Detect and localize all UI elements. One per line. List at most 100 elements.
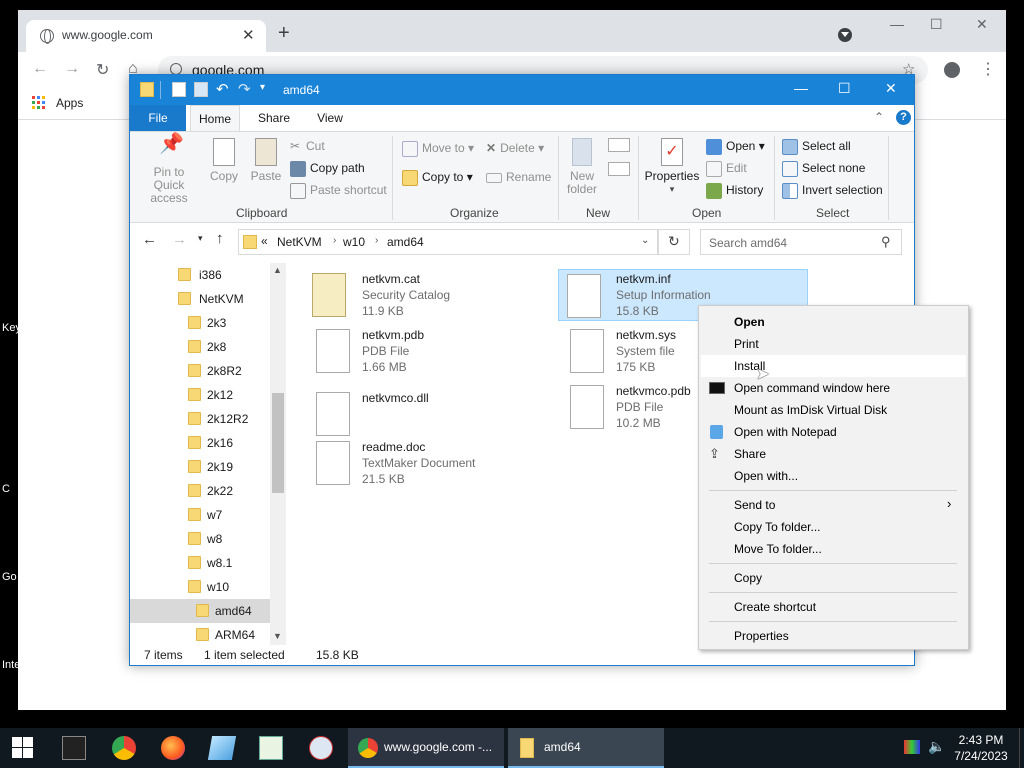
menu-item-open-with-notepad[interactable]: Open with Notepad — [701, 421, 966, 443]
menu-item-open-with[interactable]: Open with... — [701, 465, 966, 487]
menu-item-open-command-window[interactable]: Open command window here — [701, 377, 966, 399]
rename-button[interactable]: Rename — [486, 170, 551, 184]
menu-item-print[interactable]: Print — [701, 333, 966, 355]
menu-item-mount-imdisk[interactable]: Mount as ImDisk Virtual Disk — [701, 399, 966, 421]
spreadsheet-icon[interactable] — [259, 736, 283, 760]
nav-item[interactable]: 2k8R2 — [130, 359, 270, 383]
customize-qa-icon[interactable]: ▾ — [260, 82, 265, 93]
back-icon[interactable]: ← — [32, 60, 48, 78]
tab-home[interactable]: Home — [190, 105, 240, 131]
move-to-button[interactable]: Move to ▾ — [402, 141, 474, 157]
nav-item[interactable]: 2k8 — [130, 335, 270, 359]
file-item[interactable]: netkvm.cat Security Catalog 11.9 KB — [308, 271, 558, 323]
up-icon[interactable]: ↑ — [216, 230, 224, 247]
forward-icon[interactable]: → — [64, 60, 80, 78]
reload-icon[interactable]: ↻ — [96, 60, 109, 80]
menu-item-send-to[interactable]: Send to › — [701, 494, 966, 516]
open-button[interactable]: Open ▾ — [706, 139, 765, 155]
new-tab-icon[interactable]: + — [278, 22, 290, 45]
desktop-icon-label[interactable]: C — [2, 483, 10, 495]
taskbar-window-explorer[interactable]: amd64 — [508, 728, 664, 768]
collapse-ribbon-icon[interactable]: ⌃ — [874, 110, 884, 124]
redo-icon[interactable]: ↷ — [238, 80, 251, 98]
profile-icon[interactable] — [944, 62, 960, 78]
nav-item[interactable]: i386 — [130, 263, 270, 287]
breadcrumb-item[interactable]: NetKVM — [277, 235, 322, 249]
invert-selection-button[interactable]: Invert selection — [782, 183, 883, 199]
nav-scrollbar[interactable]: ▲ ▼ — [270, 263, 286, 645]
clock[interactable]: 2:43 PM 7/24/2023 — [950, 732, 1012, 764]
properties-qa-icon[interactable] — [172, 82, 186, 97]
scroll-thumb[interactable] — [272, 393, 284, 493]
menu-item-move-to-folder[interactable]: Move To folder... — [701, 538, 966, 560]
close-icon[interactable]: ✕ — [976, 16, 988, 33]
close-tab-icon[interactable]: ✕ — [242, 26, 255, 44]
menu-item-copy[interactable]: Copy — [701, 567, 966, 589]
desktop-icon-label[interactable]: Go — [2, 571, 17, 583]
tab-search-icon[interactable] — [838, 28, 852, 42]
nav-item[interactable]: 2k12 — [130, 383, 270, 407]
nav-item[interactable]: 2k16 — [130, 431, 270, 455]
command-prompt-icon[interactable] — [62, 736, 86, 760]
recent-locations-icon[interactable]: ▾ — [198, 233, 203, 244]
chrome-icon[interactable] — [112, 736, 136, 760]
nav-item[interactable]: w8.1 — [130, 551, 270, 575]
file-item[interactable]: netkvm.pdb PDB File 1.66 MB — [308, 327, 558, 379]
maximize-icon[interactable]: ☐ — [838, 80, 851, 97]
search-icon[interactable]: ⚲ — [881, 234, 891, 250]
search-input[interactable]: Search amd64 ⚲ — [700, 229, 902, 255]
paste-button[interactable]: Paste — [248, 138, 284, 183]
chrome-tab[interactable]: www.google.com ✕ — [26, 20, 266, 52]
nav-item[interactable]: w7 — [130, 503, 270, 527]
file-item[interactable]: netkvmco.dll — [308, 390, 558, 442]
minimize-icon[interactable]: — — [794, 80, 808, 96]
nav-item-selected[interactable]: amd64 — [130, 599, 270, 623]
back-icon[interactable]: ← — [142, 231, 157, 248]
apps-icon[interactable] — [32, 96, 46, 110]
scroll-up-icon[interactable]: ▲ — [273, 265, 282, 275]
cut-button[interactable]: ✂ Cut — [290, 139, 325, 155]
taskbar-window-chrome[interactable]: www.google.com -... — [348, 728, 504, 768]
chevron-right-icon[interactable]: › — [375, 235, 378, 246]
pin-quick-access-button[interactable]: 📌 Pin to Quick access — [136, 134, 202, 205]
menu-item-share[interactable]: ⇪ Share — [701, 443, 966, 465]
nav-item[interactable]: 2k22 — [130, 479, 270, 503]
nav-item[interactable]: w8 — [130, 527, 270, 551]
delete-button[interactable]: ✕ Delete ▾ — [486, 141, 544, 155]
refresh-button[interactable]: ↻ — [658, 229, 690, 255]
file-item[interactable]: readme.doc TextMaker Document 21.5 KB — [308, 439, 558, 491]
edit-button[interactable]: Edit — [706, 161, 747, 177]
menu-item-open[interactable]: Open — [701, 311, 966, 333]
tray-app-icon[interactable] — [904, 740, 920, 754]
scroll-down-icon[interactable]: ▼ — [273, 631, 282, 641]
show-desktop-button[interactable] — [1019, 728, 1020, 768]
maximize-icon[interactable]: ☐ — [930, 16, 943, 33]
help-icon[interactable]: ? — [896, 110, 911, 125]
minimize-icon[interactable]: — — [890, 16, 904, 32]
copy-to-button[interactable]: Copy to ▾ — [402, 170, 473, 186]
undo-icon[interactable]: ↶ — [216, 80, 229, 98]
tab-file[interactable]: File — [130, 105, 186, 131]
nav-item[interactable]: 2k3 — [130, 311, 270, 335]
menu-icon[interactable]: ⋮ — [980, 59, 996, 79]
app-icon[interactable] — [309, 736, 333, 760]
easy-access-icon[interactable] — [608, 162, 630, 176]
menu-item-copy-to-folder[interactable]: Copy To folder... — [701, 516, 966, 538]
new-folder-qa-icon[interactable] — [194, 82, 208, 97]
forward-icon[interactable]: → — [172, 231, 187, 248]
new-folder-button[interactable]: New folder — [564, 138, 600, 196]
menu-item-install[interactable]: Install — [701, 355, 966, 377]
copy-button[interactable]: Copy — [206, 138, 242, 183]
firefox-icon[interactable] — [161, 736, 185, 760]
start-icon[interactable] — [12, 737, 34, 759]
tab-share[interactable]: Share — [252, 105, 296, 131]
new-item-icon[interactable] — [608, 138, 630, 152]
select-all-button[interactable]: Select all — [782, 139, 851, 155]
nav-item[interactable]: NetKVM — [130, 287, 270, 311]
history-button[interactable]: History — [706, 183, 763, 199]
select-none-button[interactable]: Select none — [782, 161, 865, 177]
overflow-crumb[interactable]: « — [261, 234, 268, 248]
nav-item[interactable]: ARM64 — [130, 623, 270, 647]
copy-path-button[interactable]: Copy path — [290, 161, 365, 177]
apps-shortcut[interactable]: Apps — [56, 96, 83, 110]
